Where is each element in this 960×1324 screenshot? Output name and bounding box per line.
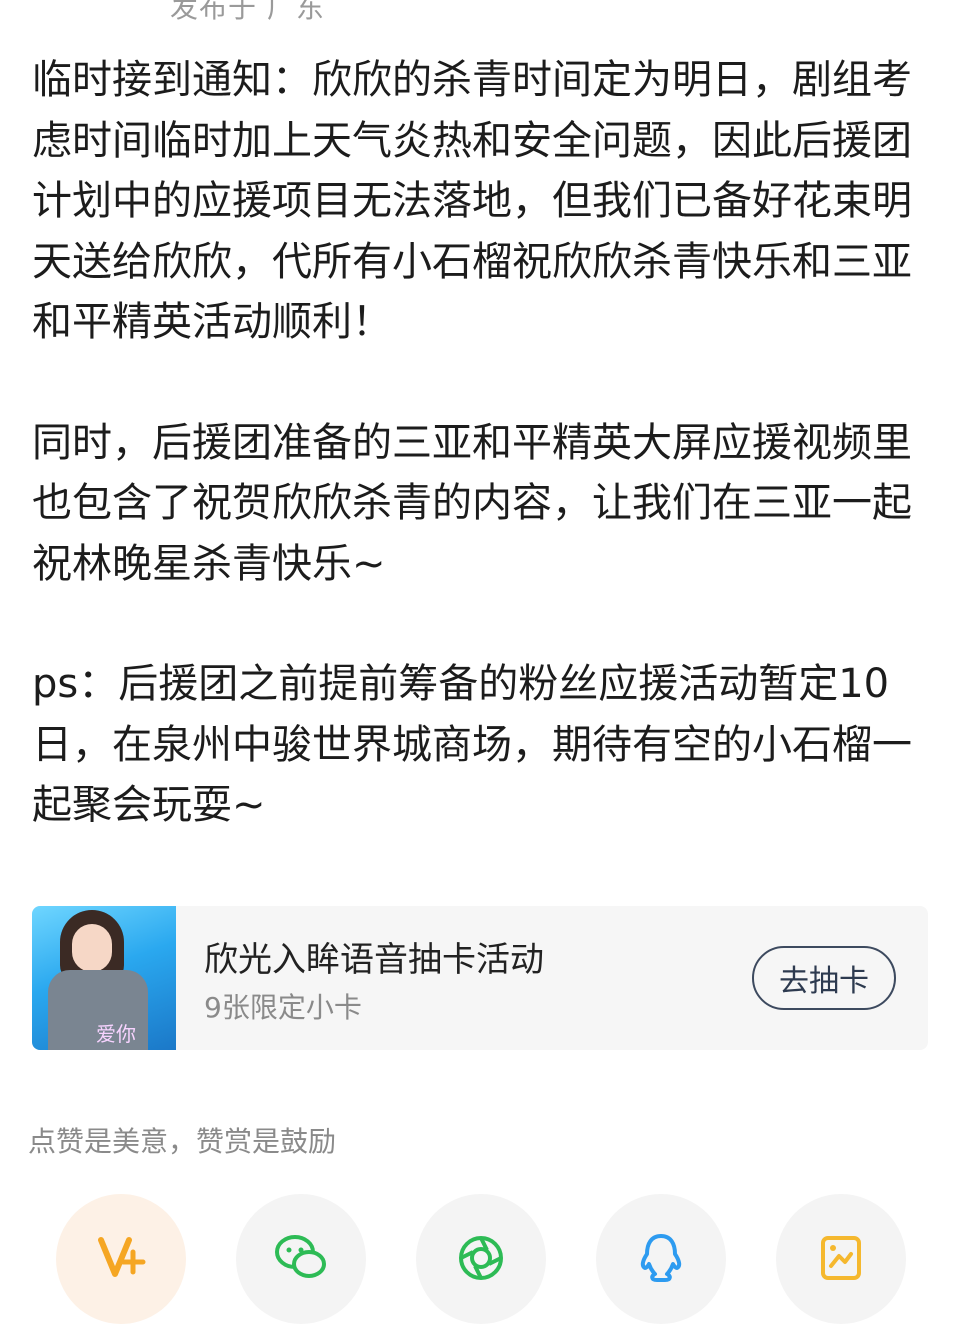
- promo-subtitle: 9张限定小卡: [204, 991, 362, 1024]
- moments-icon: [459, 1236, 503, 1280]
- promo-card[interactable]: 爱你 欣光入眸语音抽卡活动 9张限定小卡 去抽卡: [32, 906, 928, 1050]
- promo-title: 欣光入眸语音抽卡活动: [204, 940, 544, 980]
- qq-icon: [640, 1234, 682, 1282]
- qzone-icon: [821, 1236, 861, 1280]
- wechat-icon: [275, 1235, 326, 1278]
- v-plus-share-button[interactable]: [56, 1194, 186, 1324]
- promo-thumbnail: 爱你: [32, 906, 176, 1050]
- moments-share-button[interactable]: [416, 1194, 546, 1324]
- draw-card-button[interactable]: 去抽卡: [752, 946, 896, 1010]
- post-body: 临时接到通知：欣欣的杀青时间定为明日，剧组考虑时间临时加上天气炎热和安全问题，因…: [32, 50, 932, 836]
- qzone-share-button[interactable]: [776, 1194, 906, 1324]
- post-paragraph-1: 临时接到通知：欣欣的杀青时间定为明日，剧组考虑时间临时加上天气炎热和安全问题，因…: [32, 57, 912, 345]
- wechat-share-button[interactable]: [236, 1194, 366, 1324]
- post-paragraph-3: ps：后援团之前提前筹备的粉丝应援活动暂定10日，在泉州中骏世界城商场，期待有空…: [32, 661, 912, 828]
- qq-share-button[interactable]: [596, 1194, 726, 1324]
- post-location-meta: 发布于 广东: [170, 0, 325, 24]
- promo-thumbnail-caption: 爱你: [96, 1022, 136, 1046]
- post-paragraph-2: 同时，后援团准备的三亚和平精英大屏应援视频里也包含了祝贺欣欣杀青的内容，让我们在…: [32, 419, 912, 587]
- reward-hint: 点赞是美意，赞赏是鼓励: [28, 1125, 337, 1158]
- v-plus-icon: [98, 1237, 146, 1277]
